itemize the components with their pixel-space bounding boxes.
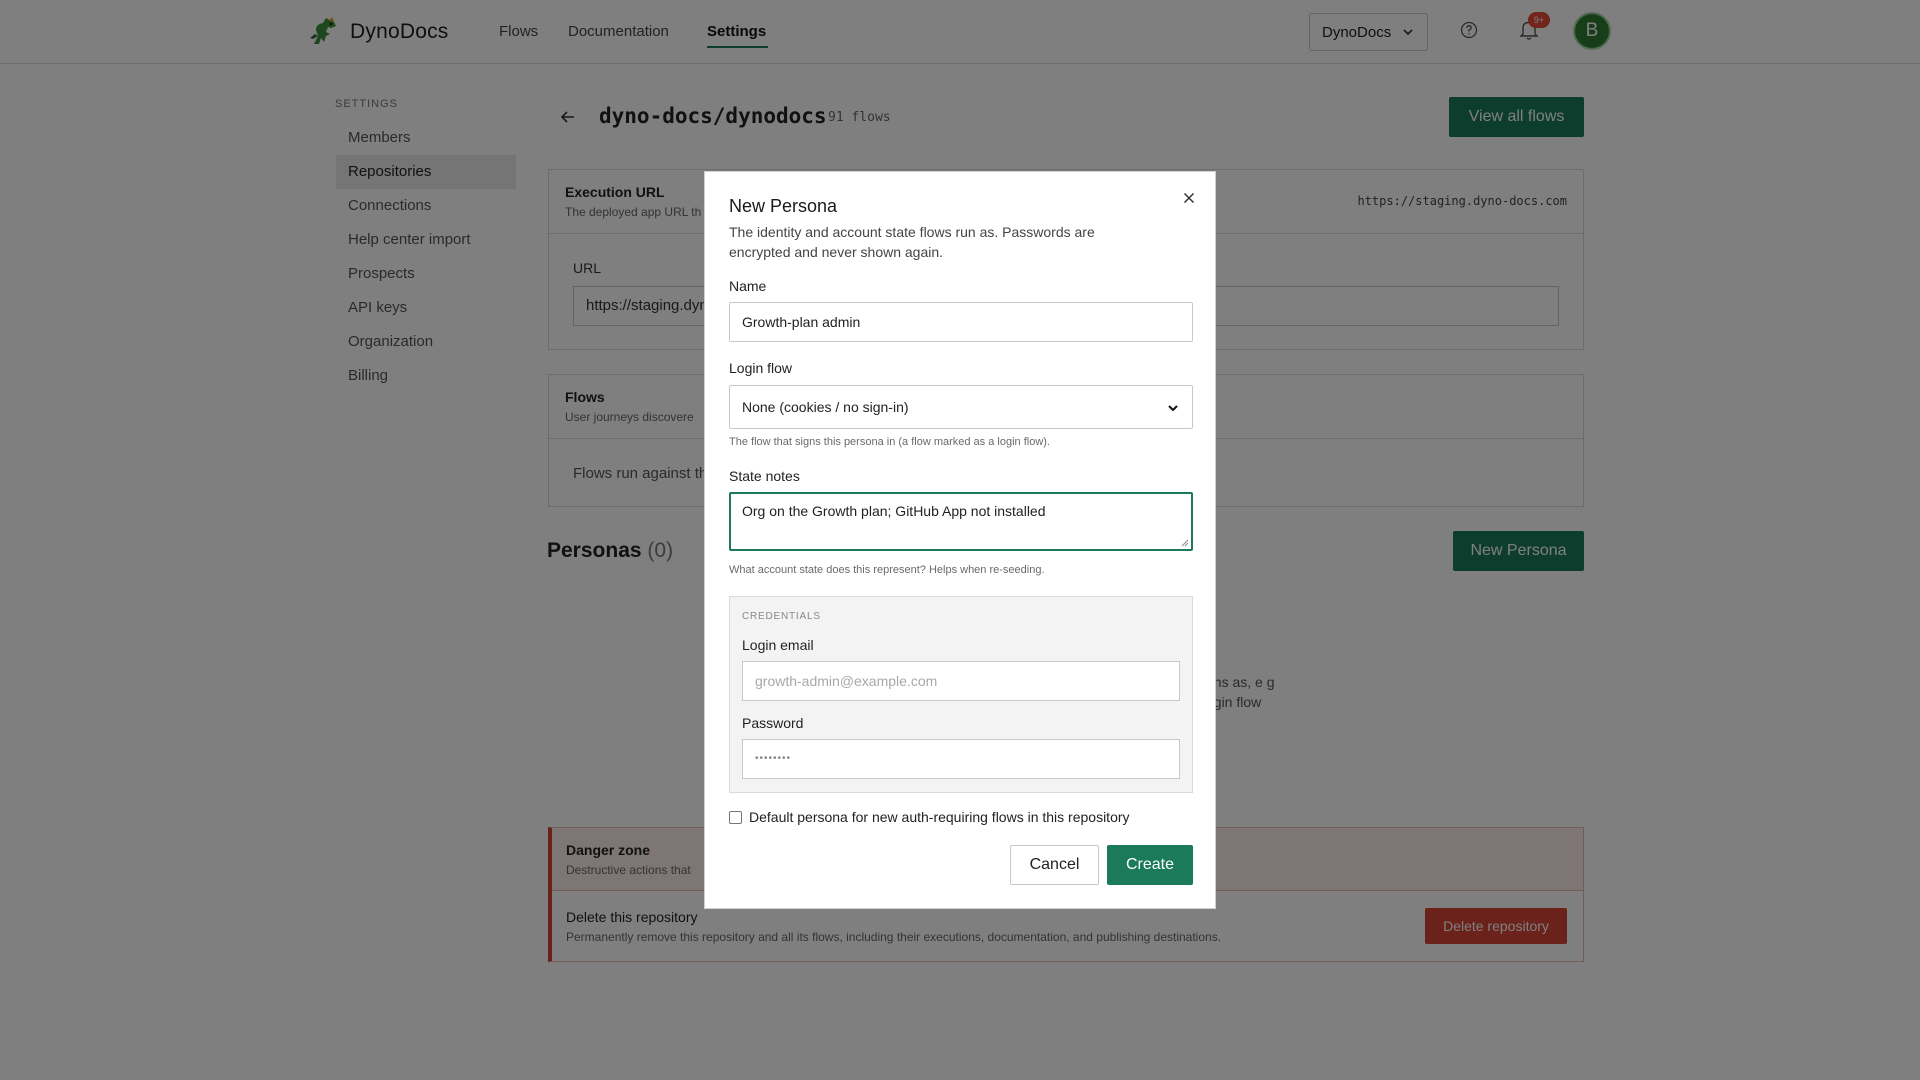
credentials-section: CREDENTIALS Login email growth-admin@exa… [729, 596, 1193, 793]
state-notes-label: State notes [729, 468, 800, 484]
cancel-button[interactable]: Cancel [1010, 845, 1099, 885]
password-label: Password [742, 715, 804, 731]
credentials-heading: CREDENTIALS [742, 611, 821, 622]
name-input[interactable]: Growth-plan admin [729, 302, 1193, 342]
name-label: Name [729, 278, 767, 294]
login-email-input[interactable]: growth-admin@example.com [742, 661, 1180, 701]
close-icon[interactable] [1181, 190, 1197, 206]
login-flow-value: None (cookies / no sign-in) [742, 399, 909, 415]
chevron-down-icon [1168, 405, 1178, 412]
state-notes-textarea[interactable]: Org on the Growth plan; GitHub App not i… [729, 492, 1193, 551]
default-persona-checkbox[interactable] [729, 811, 742, 824]
default-persona-label[interactable]: Default persona for new auth-requiring f… [749, 809, 1130, 825]
modal-title: New Persona [729, 196, 838, 216]
login-flow-select[interactable]: None (cookies / no sign-in) [729, 385, 1193, 429]
modal-description: The identity and account state flows run… [729, 224, 1095, 260]
resize-grip-icon[interactable] [1181, 539, 1189, 547]
new-persona-modal: New Persona The identity and account sta… [704, 171, 1216, 909]
login-flow-hint: The flow that signs this persona in (a f… [729, 436, 1050, 448]
state-notes-value: Org on the Growth plan; GitHub App not i… [742, 503, 1046, 519]
create-button[interactable]: Create [1107, 845, 1193, 885]
login-flow-label: Login flow [729, 360, 793, 376]
login-email-label: Login email [742, 637, 814, 653]
state-notes-hint: What account state does this represent? … [729, 564, 1045, 576]
password-input[interactable]: •••••••• [742, 739, 1180, 779]
